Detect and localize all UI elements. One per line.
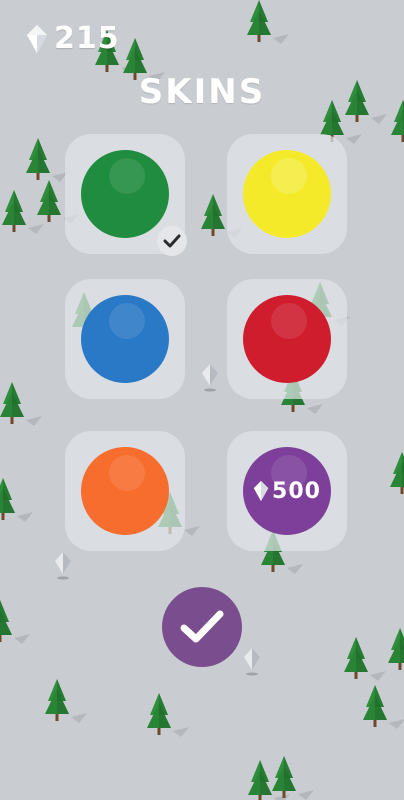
tree [388, 628, 404, 672]
gem-pickup-icon [202, 364, 218, 392]
skin-card-purple[interactable]: 500 [227, 431, 347, 551]
tree [363, 685, 404, 729]
screen-title: SKINS [138, 72, 266, 112]
gem-pickup-icon [244, 648, 260, 676]
skin-price: 500 [243, 447, 331, 535]
tree [0, 382, 42, 426]
tree [344, 637, 386, 681]
tree [147, 693, 189, 737]
skin-card-blue[interactable] [65, 279, 185, 399]
diamond-icon [253, 480, 269, 502]
tree [0, 600, 30, 644]
diamond-icon [27, 25, 47, 53]
tree [390, 452, 404, 496]
confirm-button[interactable] [162, 587, 242, 667]
gem-counter: 215 [26, 24, 120, 54]
tree [2, 190, 44, 234]
skin-ball-orange [81, 447, 169, 535]
price-label: 500 [272, 478, 321, 504]
tree [272, 756, 314, 800]
checkmark-icon [180, 610, 224, 643]
skin-ball-blue [81, 295, 169, 383]
skin-ball-green [81, 150, 169, 238]
snowy-forest-background [0, 0, 404, 800]
tree [247, 0, 289, 44]
tree [0, 478, 33, 522]
skin-card-orange[interactable] [65, 431, 185, 551]
skin-card-red[interactable] [227, 279, 347, 399]
skin-card-yellow[interactable] [227, 134, 347, 254]
tree [45, 679, 87, 723]
skin-ball-red [243, 295, 331, 383]
tree [26, 138, 68, 182]
trees-layer [0, 0, 404, 800]
skin-ball-yellow [243, 150, 331, 238]
selected-badge [157, 226, 187, 256]
gem-count-label: 215 [54, 21, 120, 56]
gem-pickup-icon [55, 552, 71, 580]
checkmark-icon [163, 234, 181, 248]
skin-card-green[interactable] [65, 134, 187, 256]
